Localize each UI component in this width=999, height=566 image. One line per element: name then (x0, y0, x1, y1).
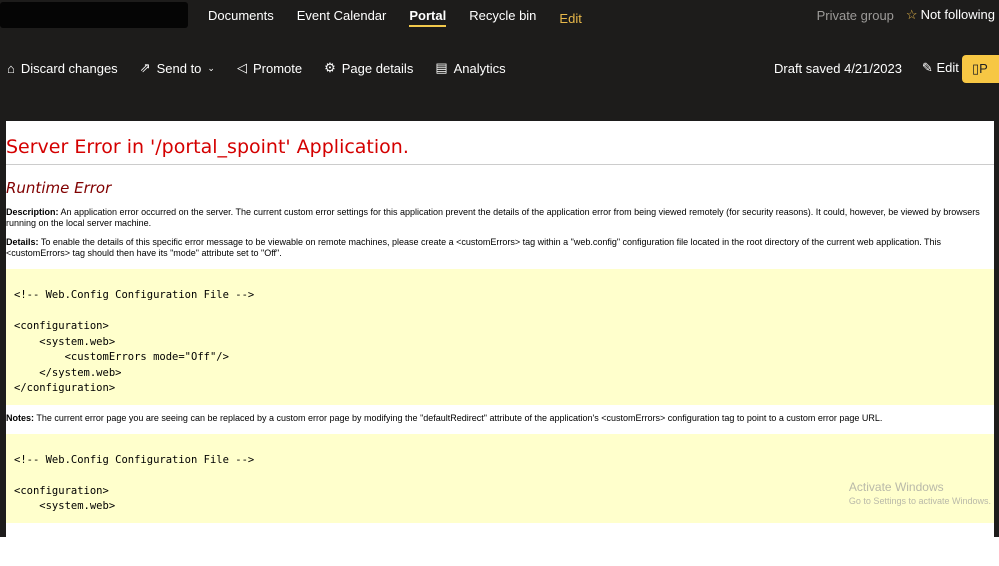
site-nav: Documents Event Calendar Portal Recycle … (208, 8, 605, 27)
page-content: Server Error in '/portal_spoint' Applica… (6, 121, 994, 537)
description-body: An application error occurred on the ser… (6, 207, 980, 228)
discard-changes-button[interactable]: ⌂ Discard changes (7, 60, 118, 76)
description-label: Description: (6, 207, 59, 217)
error-title: Server Error in '/portal_spoint' Applica… (6, 121, 994, 165)
send-to-label: Send to (156, 60, 202, 76)
private-group-label: Private group (816, 7, 894, 23)
notes-text: Notes: The current error page you are se… (6, 413, 994, 424)
edit-button[interactable]: ✎ Edit (922, 60, 959, 76)
edit-label: Edit (936, 60, 959, 75)
promote-label: Promote (252, 60, 303, 76)
chevron-down-icon: ⌄ (207, 62, 215, 73)
megaphone-icon: ◁ (236, 60, 247, 75)
nav-edit-link[interactable]: Edit (559, 11, 581, 27)
details-body: To enable the details of this specific e… (6, 237, 942, 258)
page-details-label: Page details (341, 60, 414, 76)
follow-label: Not following (920, 7, 995, 22)
analytics-button[interactable]: ▤ Analytics (435, 60, 505, 76)
draft-saved-status: Draft saved 4/21/2023 (774, 60, 902, 76)
nav-portal[interactable]: Portal (409, 8, 447, 27)
notes-label: Notes: (6, 412, 35, 423)
nav-documents[interactable]: Documents (208, 8, 274, 27)
analytics-icon: ▤ (435, 60, 448, 75)
watermark-title: Activate Windows (848, 480, 944, 494)
star-icon: ☆ (905, 7, 918, 22)
description-text: Description: An application error occurr… (6, 207, 994, 229)
discard-icon: ⌂ (7, 60, 15, 76)
notes-body: The current error page you are seeing ca… (34, 412, 883, 423)
analytics-label: Analytics (453, 60, 506, 76)
publish-button[interactable]: ▯P (962, 55, 999, 83)
details-label: Details: (6, 237, 39, 247)
page-details-button[interactable]: ⚙ Page details (324, 60, 413, 76)
error-subtitle: Runtime Error (6, 179, 112, 197)
gear-icon: ⚙ (324, 60, 336, 75)
nav-recycle-bin[interactable]: Recycle bin (469, 8, 536, 27)
group-info: Private group ☆ Not following (817, 7, 995, 23)
publish-label: P (979, 61, 988, 76)
promote-button[interactable]: ◁ Promote (237, 60, 302, 76)
app-frame: Documents Event Calendar Portal Recycle … (0, 0, 999, 537)
command-bar: ⌂ Discard changes ⇗ Send to ⌄ ◁ Promote ⚙ Pag… (7, 60, 528, 76)
top-nav: Documents Event Calendar Portal Recycle … (0, 0, 999, 32)
site-logo-redacted (0, 2, 188, 28)
nav-event-calendar[interactable]: Event Calendar (297, 8, 387, 27)
pencil-icon: ✎ (921, 60, 933, 75)
share-icon: ⇗ (139, 60, 151, 75)
follow-button[interactable]: ☆ Not following (906, 7, 995, 23)
discard-label: Discard changes (20, 60, 118, 76)
activate-windows-watermark: Activate Windows Go to Settings to activa… (849, 480, 991, 506)
watermark-sub: Go to Settings to activate Windows. (848, 496, 991, 506)
send-to-button[interactable]: ⇗ Send to ⌄ (140, 60, 215, 76)
config-code-block: <!-- Web.Config Configuration File --> <… (6, 269, 994, 405)
config-code-block-2: <!-- Web.Config Configuration File --> <… (6, 433, 994, 523)
details-text: Details: To enable the details of this s… (6, 237, 994, 259)
